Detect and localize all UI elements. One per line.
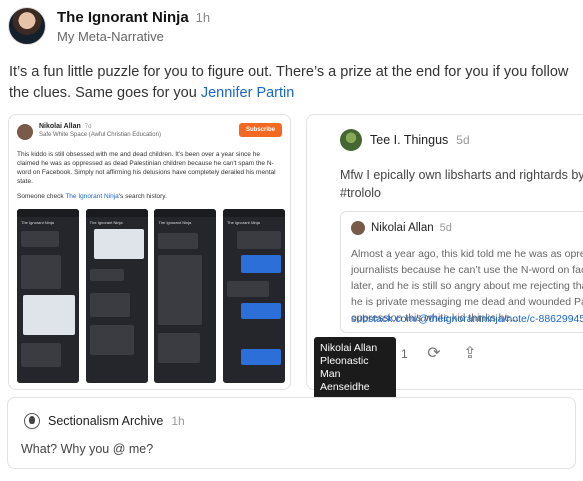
tee-body: Mfw I epically own libsharts and rightar…: [340, 166, 583, 202]
tooltip-line: Pleonastic Man: [320, 355, 369, 380]
tooltip-line: Aenseidhe: [320, 381, 370, 393]
comment-card: Sectionalism Archive 1h What? Why you @ …: [7, 397, 576, 469]
quote-link[interactable]: substack.com/@theignorantninja/note/c-88…: [351, 313, 583, 325]
mention-link[interactable]: Jennifer Partin: [201, 85, 295, 101]
screenshot-title-2: The Ignorant Ninja: [89, 220, 123, 225]
share-icon[interactable]: ⇪: [461, 345, 479, 363]
author-avatar[interactable]: [8, 7, 46, 45]
quote-line: later, and he is still so angry about me…: [351, 280, 583, 292]
tee-body-line-2: #trololo: [340, 186, 381, 200]
note-text-2: Someone check The Ignorant Ninja's searc…: [9, 186, 290, 201]
quote-time: 5d: [439, 222, 452, 234]
restack-icon[interactable]: ⟳: [425, 345, 443, 363]
comment-time: 1h: [171, 414, 185, 428]
likers-tooltip: Nikolai Allan Pleonastic Man Aenseidhe: [314, 337, 396, 399]
screenshot-strip: The Ignorant Ninja The Ignorant Ninja Th…: [17, 209, 285, 383]
quoted-note[interactable]: Nikolai Allan 5d Almost a year ago, this…: [340, 211, 583, 333]
like-count: 1: [401, 347, 408, 361]
quote-line: he is private messaging me dead and woun…: [351, 296, 583, 308]
tee-time: 5d: [456, 133, 470, 147]
quote-author: Nikolai Allan: [371, 222, 434, 234]
tee-body-line-1: Mfw I epically own libsharts and rightar…: [340, 168, 583, 182]
screenshot-title-4: The Ignorant Ninja: [226, 220, 260, 225]
note-text: This kiddo is still obsessed with me and…: [17, 151, 276, 185]
embedded-note-card-left[interactable]: Nikolai Allan 7d Safe White Space (Awful …: [8, 114, 291, 390]
commenter-name[interactable]: Sectionalism Archive: [48, 414, 163, 428]
quote-line: Almost a year ago, this kid told me he w…: [351, 248, 583, 260]
tooltip-line: Nikolai Allan: [320, 342, 378, 354]
screenshot-title: The Ignorant Ninja: [21, 220, 54, 225]
post-time[interactable]: 1h: [196, 10, 210, 25]
post-header: The Ignorant Ninja 1h My Meta-Narrative: [8, 6, 210, 46]
nikolai-name: Nikolai Allan: [39, 123, 81, 130]
note-link: The Ignorant Ninja: [65, 193, 119, 200]
tee-name[interactable]: Tee I. Thingus: [370, 133, 448, 147]
phone-screenshot-1: The Ignorant Ninja: [17, 209, 79, 383]
comment-body: What? Why you @ me?: [21, 442, 154, 456]
author-name[interactable]: The Ignorant Ninja: [57, 9, 189, 26]
phone-screenshot-4: The Ignorant Ninja: [222, 209, 285, 383]
nikolai-publication: Safe White Space (Awful Christian Educat…: [39, 132, 161, 138]
quote-avatar: [351, 221, 365, 235]
screenshot-title-3: The Ignorant Ninja: [158, 220, 192, 225]
post-body: It’s a fun little puzzle for you to figu…: [9, 62, 574, 104]
nikolai-time: 7d: [84, 124, 92, 130]
commenter-avatar[interactable]: [24, 413, 40, 429]
publication-name[interactable]: My Meta-Narrative: [57, 29, 210, 44]
quote-line: journalists because he can’t use the N-w…: [351, 264, 583, 276]
phone-screenshot-3: The Ignorant Ninja: [154, 209, 217, 383]
nikolai-avatar: [17, 124, 33, 140]
note-text-2-suffix: 's search history.: [118, 193, 167, 200]
subscribe-button: Subscribe: [238, 123, 282, 137]
tee-avatar[interactable]: [340, 129, 362, 151]
phone-screenshot-2: The Ignorant Ninja: [85, 209, 148, 383]
note-text-2-prefix: Someone check: [17, 193, 66, 200]
